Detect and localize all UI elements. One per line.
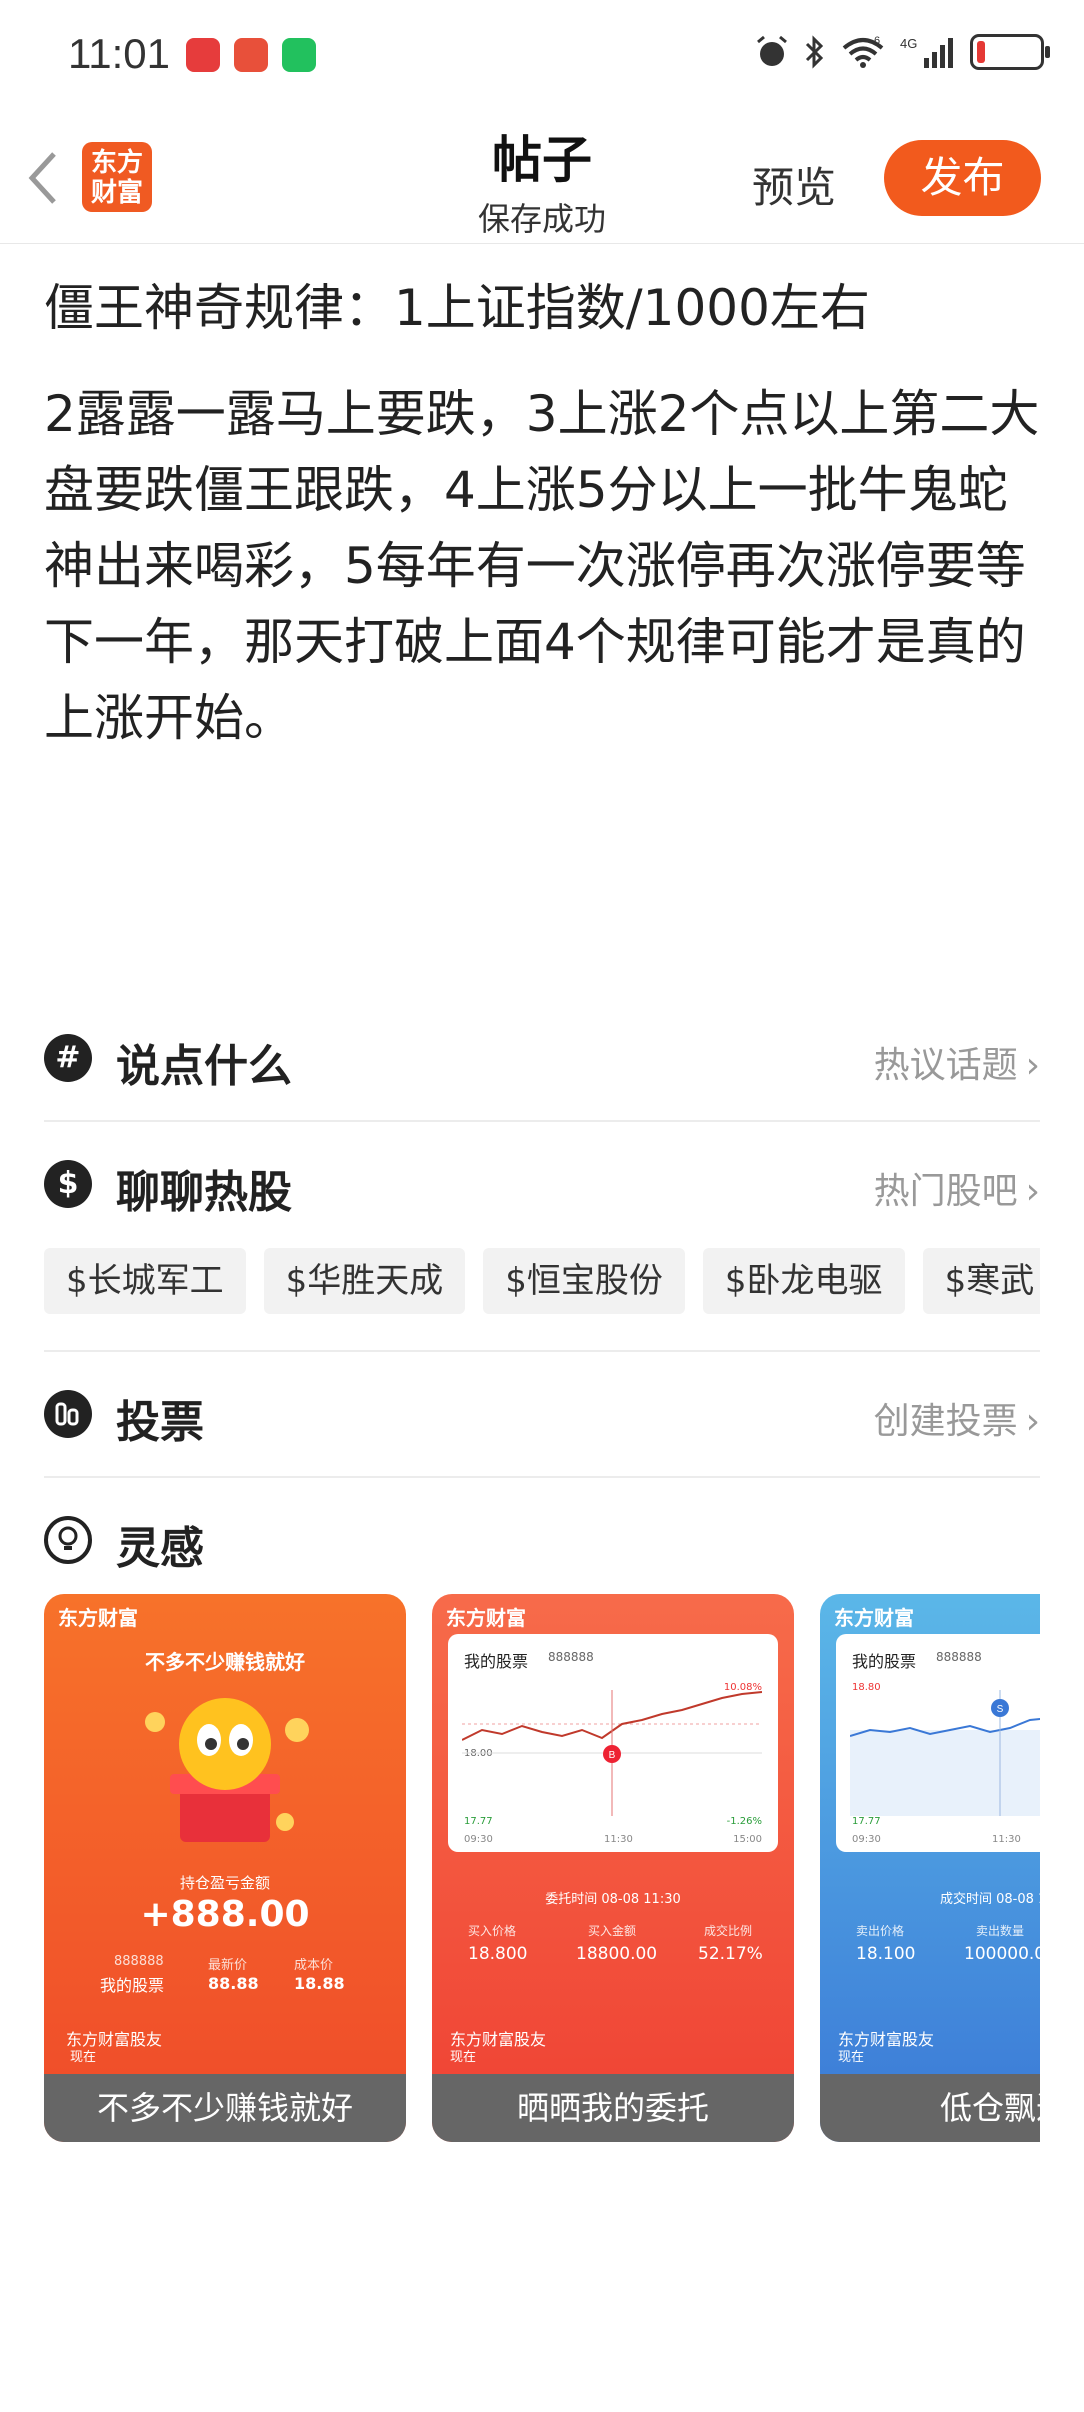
- mascot-illustration: [145, 1698, 309, 1842]
- price-low: 17.77: [464, 1816, 493, 1827]
- latest-price-label: 最新价: [208, 1958, 248, 1973]
- fill-ratio-label: 成交比例: [704, 1924, 753, 1938]
- inspiration-label: 灵感: [116, 1523, 204, 1574]
- hot-topics-link[interactable]: 热议话题 ›: [874, 1036, 1040, 1088]
- sell-price: 18.100: [856, 1944, 916, 1964]
- stock-name: 我的股票: [100, 1976, 165, 1995]
- cost-price-label: 成本价: [294, 1958, 334, 1973]
- card-time: 现在: [838, 2050, 865, 2065]
- shopping-app-icon: [186, 38, 220, 72]
- create-poll-link[interactable]: 创建投票 ›: [874, 1392, 1040, 1444]
- publish-button[interactable]: 发布: [884, 140, 1041, 216]
- order-time: 委托时间 08-08 11:30: [545, 1892, 681, 1907]
- inspiration-card[interactable]: 东方财富 不多不少赚钱就好 持仓盈亏金额 +888.00 888888 我的股票…: [44, 1594, 406, 2142]
- app-notification-icon: [234, 38, 268, 72]
- vote-row-label: 投票: [116, 1397, 204, 1448]
- card-time: 现在: [450, 2050, 477, 2065]
- stock-chip[interactable]: $华胜天成: [263, 1248, 466, 1314]
- stock-chip[interactable]: $长城军工: [44, 1248, 246, 1314]
- dollar-icon: $: [44, 1160, 92, 1208]
- stock-code: 888888: [114, 1954, 164, 1969]
- svg-text:4G: 4G: [900, 36, 917, 51]
- divider: [44, 1120, 1040, 1122]
- chart-stock-name: 我的股票: [852, 1652, 917, 1671]
- inspiration-card[interactable]: 东方财富 我的股票 888888 10.08% 18.00 17.77 -1.2…: [432, 1594, 794, 2142]
- inspiration-card-list: 东方财富 不多不少赚钱就好 持仓盈亏金额 +888.00 888888 我的股票…: [44, 1594, 1040, 2142]
- buy-amount: 18800.00: [576, 1944, 658, 1964]
- buy-price: 18.800: [468, 1944, 528, 1964]
- sell-price-label: 卖出价格: [856, 1924, 905, 1938]
- lightbulb-icon: [44, 1516, 92, 1564]
- price-line: B: [462, 1690, 762, 1816]
- cost-price: 18.88: [294, 1974, 345, 1993]
- time-mid: 11:30: [604, 1834, 633, 1845]
- signal-icon: 4G: [900, 36, 953, 68]
- chevron-right-icon: ›: [1025, 1401, 1040, 1442]
- poll-icon: [44, 1390, 92, 1438]
- inspiration-card[interactable]: 东方财富 我的股票 888888 18.80 17.77 S 09:30 11:…: [820, 1594, 1040, 2142]
- card-time: 现在: [70, 2050, 97, 2065]
- divider: [44, 1350, 1040, 1352]
- pnl-value: +888.00: [140, 1894, 310, 1935]
- preview-button[interactable]: 预览: [752, 154, 836, 215]
- hot-stock-bars-link[interactable]: 热门股吧 ›: [874, 1162, 1040, 1214]
- chevron-right-icon: ›: [1025, 1045, 1040, 1086]
- bluetooth-icon: [805, 35, 824, 69]
- svg-text:6: 6: [874, 35, 880, 47]
- card-headline: 不多不少赚钱就好: [145, 1650, 305, 1674]
- buy-price-label: 买入价格: [468, 1924, 517, 1938]
- battery-icon: [970, 34, 1050, 70]
- divider: [44, 1476, 1040, 1478]
- pct-low: -1.26%: [726, 1816, 762, 1827]
- time-start: 09:30: [852, 1834, 881, 1845]
- post-body-field[interactable]: 2露露一露马上要跌，3上涨2个点以上第二大盘要跌僵王跟跌，4上涨5分以上一批牛鬼…: [44, 376, 1044, 756]
- stock-chip[interactable]: $卧龙电驱: [702, 1248, 905, 1314]
- card-brand: 东方财富: [58, 1606, 138, 1630]
- card-caption: 低仓飘过: [820, 2074, 1040, 2142]
- chevron-right-icon: ›: [1025, 1171, 1040, 1212]
- status-icons: 6 4G: [754, 34, 1050, 70]
- card-caption: 不多不少赚钱就好: [44, 2074, 406, 2142]
- latest-price: 88.88: [208, 1974, 259, 1993]
- stocks-row[interactable]: $ 聊聊热股 热门股吧 ›: [44, 1144, 1040, 1224]
- vote-row[interactable]: 投票 创建投票 ›: [44, 1374, 1040, 1454]
- stock-chart: 我的股票 888888 10.08% 18.00 17.77 -1.26% B …: [448, 1634, 778, 1852]
- card-caption: 晒晒我的委托: [432, 2074, 794, 2142]
- stocks-row-label: 聊聊热股: [116, 1167, 292, 1218]
- top-nav-bar: 东方 财富 帖子 保存成功 预览 发布: [0, 110, 1084, 244]
- stock-chip-list: $长城军工 $华胜天成 $恒宝股份 $卧龙电驱 $寒武: [44, 1248, 1040, 1314]
- svg-text:S: S: [997, 1704, 1004, 1715]
- price-line: S: [850, 1690, 1040, 1816]
- clock: 11:01: [68, 30, 170, 77]
- wechat-icon: [282, 38, 316, 72]
- buy-amount-label: 买入金额: [588, 1924, 637, 1938]
- fill-ratio: 52.17%: [698, 1944, 763, 1964]
- stock-chip[interactable]: $恒宝股份: [483, 1248, 685, 1314]
- sell-qty: 100000.00: [964, 1944, 1040, 1964]
- stock-chart: 我的股票 888888 18.80 17.77 S 09:30 11:30: [836, 1634, 1040, 1852]
- sell-qty-label: 卖出数量: [976, 1924, 1025, 1938]
- time-end: 15:00: [733, 1834, 762, 1845]
- chart-stock-name: 我的股票: [464, 1652, 529, 1671]
- chart-stock-code: 888888: [548, 1650, 594, 1664]
- chart-stock-code: 888888: [936, 1650, 982, 1664]
- deal-time: 成交时间 08-08 1: [940, 1892, 1040, 1907]
- topic-row-label: 说点什么: [116, 1041, 292, 1092]
- price-low: 17.77: [852, 1816, 881, 1827]
- post-title-field[interactable]: 僵王神奇规律：1上证指数/1000左右: [44, 276, 1044, 340]
- topic-row[interactable]: # 说点什么 热议话题 ›: [44, 1018, 1040, 1098]
- inspiration-row: 灵感: [44, 1500, 1040, 1580]
- alarm-icon: [757, 35, 787, 66]
- stock-chip[interactable]: $寒武: [922, 1248, 1040, 1314]
- status-bar: 11:01 6 4G: [0, 0, 1084, 110]
- hash-icon: #: [44, 1034, 92, 1082]
- card-brand: 东方财富: [834, 1606, 914, 1630]
- time-start: 09:30: [464, 1834, 493, 1845]
- wifi-icon: 6: [842, 35, 884, 68]
- time-mid: 11:30: [992, 1834, 1021, 1845]
- pnl-label: 持仓盈亏金额: [179, 1874, 270, 1892]
- svg-text:B: B: [609, 1750, 616, 1761]
- card-brand: 东方财富: [446, 1606, 526, 1630]
